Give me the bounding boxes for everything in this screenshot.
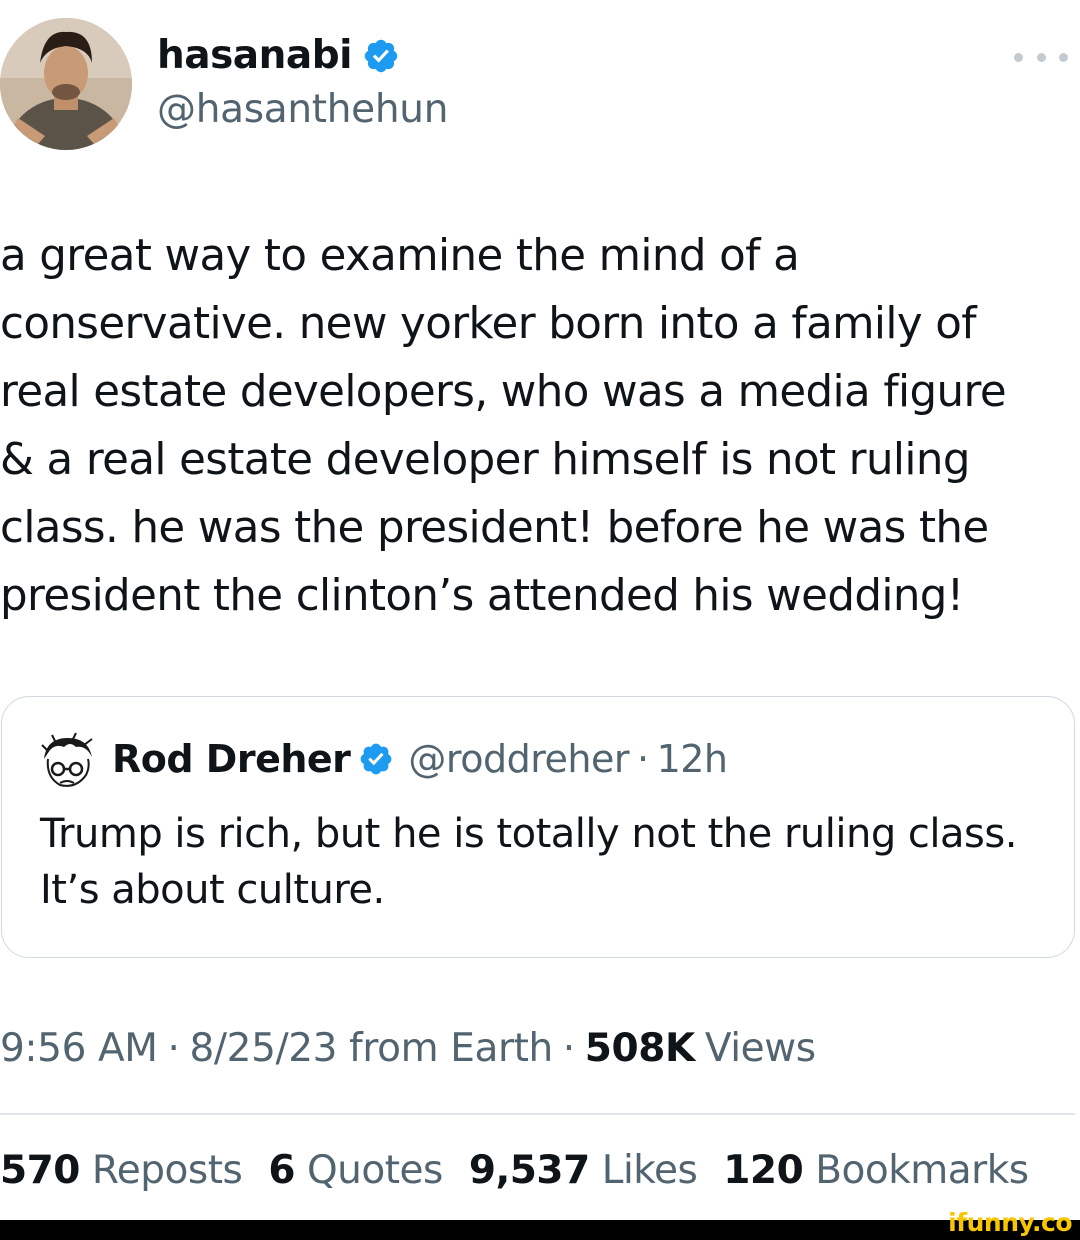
verified-badge-icon xyxy=(361,743,392,775)
engagement-stats: 570 Reposts 6 Quotes 9,537 Likes 120 Boo… xyxy=(0,1148,1055,1193)
quoted-author-name[interactable]: Rod Dreher xyxy=(112,737,351,781)
more-options-button[interactable] xyxy=(1014,45,1068,69)
verified-badge-icon xyxy=(364,39,398,72)
views-label[interactable]: Views xyxy=(705,1026,816,1071)
quoted-tweet-time[interactable]: 12h xyxy=(657,737,728,781)
likes-stat[interactable]: 9,537 Likes xyxy=(468,1148,698,1193)
likes-label: Likes xyxy=(601,1148,698,1193)
quoted-tweet-text: Trump is rich, but he is totally not the… xyxy=(40,811,1017,913)
quoted-tweet-card[interactable]: Rod Dreher @roddreher · 12h Trump is ric… xyxy=(1,696,1075,958)
bookmarks-label: Bookmarks xyxy=(815,1148,1029,1193)
bookmarks-stat[interactable]: 120 Bookmarks xyxy=(723,1148,1029,1193)
author-handle[interactable]: @hasanthehun xyxy=(157,87,448,132)
quoted-tweet-header: Rod Dreher @roddreher · 12h xyxy=(112,737,728,781)
reposts-count: 570 xyxy=(0,1148,80,1193)
ifunny-watermark: ifunny.co xyxy=(948,1208,1072,1237)
more-dot-icon xyxy=(1036,52,1046,62)
author-name-text[interactable]: hasanabi xyxy=(157,33,352,78)
likes-count: 9,537 xyxy=(468,1148,590,1193)
separator-dot: · xyxy=(167,1026,180,1071)
reposts-label: Reposts xyxy=(91,1148,243,1193)
separator-dot: · xyxy=(562,1026,575,1071)
author-display-name[interactable]: hasanabi xyxy=(157,33,400,78)
views-count[interactable]: 508K xyxy=(585,1026,695,1071)
quoted-author-handle[interactable]: @roddreher xyxy=(408,737,629,781)
divider xyxy=(0,1113,1075,1115)
reposts-stat[interactable]: 570 Reposts xyxy=(0,1148,243,1193)
more-dot-icon xyxy=(1059,52,1068,62)
quoted-author-avatar[interactable] xyxy=(36,731,98,793)
bookmarks-count: 120 xyxy=(723,1148,804,1193)
quotes-count: 6 xyxy=(268,1148,295,1193)
more-dot-icon xyxy=(1014,52,1023,62)
author-avatar[interactable] xyxy=(0,18,132,150)
tweet-meta: 9:56 AM · 8/25/23 from Earth · 508K View… xyxy=(0,1026,816,1071)
separator-dot: · xyxy=(636,737,649,781)
tweet-time[interactable]: 9:56 AM xyxy=(0,1026,158,1071)
tweet-text: a great way to examine the mind of a con… xyxy=(0,231,1007,621)
footer-bar xyxy=(0,1220,1080,1240)
tweet-date-source[interactable]: 8/25/23 from Earth xyxy=(190,1026,554,1071)
quotes-stat[interactable]: 6 Quotes xyxy=(268,1148,443,1193)
quotes-label: Quotes xyxy=(306,1148,443,1193)
